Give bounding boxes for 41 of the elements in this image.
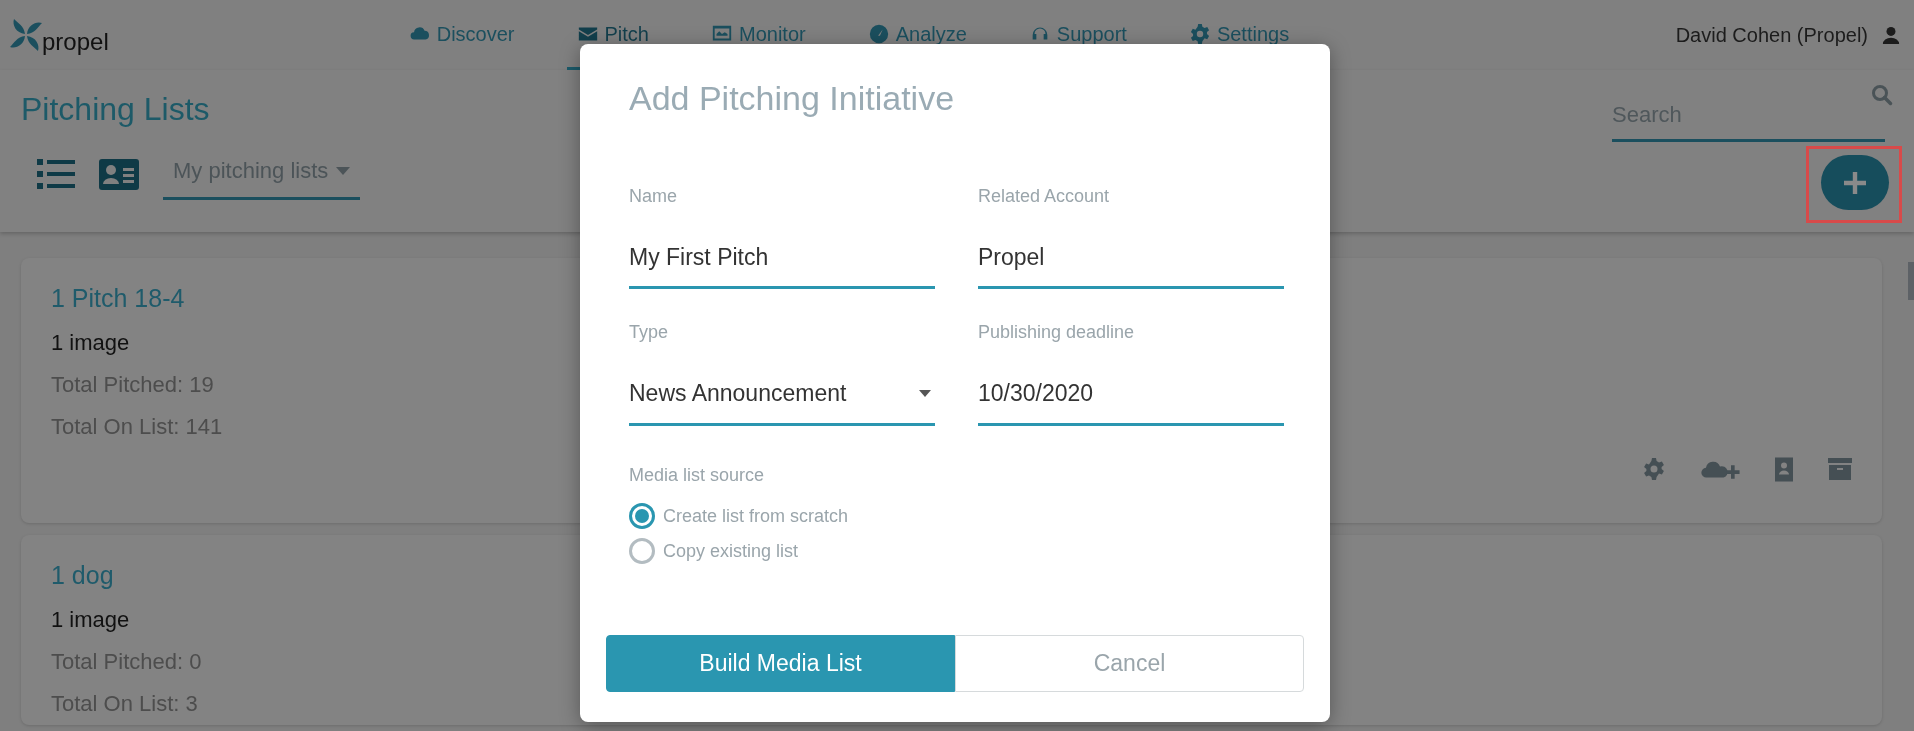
search-icon [1871, 84, 1893, 106]
radio-label: Copy existing list [663, 539, 799, 563]
field-label: Name [629, 184, 678, 208]
contact-card-icon[interactable] [99, 158, 139, 190]
image-count: 1 image [51, 605, 130, 634]
gear-icon [1188, 22, 1211, 45]
field-label: Publishing deadline [978, 321, 1136, 345]
radio-button[interactable] [629, 538, 655, 565]
address-book-icon[interactable] [1774, 456, 1794, 482]
nav-tab[interactable]: Analyze [857, 0, 977, 70]
nav-tab[interactable]: Support [1018, 0, 1137, 70]
cancel-button[interactable]: Cancel [955, 634, 1304, 692]
caret-icon [336, 166, 351, 175]
page-title: Pitching Lists [21, 90, 211, 129]
radio-label: Create list from scratch [663, 504, 849, 528]
archive-box-icon[interactable] [1828, 458, 1852, 480]
list-title[interactable]: 1 dog [51, 557, 114, 595]
build-button[interactable]: Build Media List [606, 634, 955, 692]
gear-icon[interactable] [1642, 457, 1666, 481]
user-name[interactable]: David Cohen (Propel) [1675, 20, 1868, 50]
plus-icon [1844, 171, 1866, 194]
section-label: Media list source [629, 463, 766, 487]
caret-icon [919, 390, 931, 398]
nav-tab[interactable]: Settings [1178, 0, 1300, 70]
radio-option[interactable]: Create list from scratch [629, 502, 1304, 530]
logo-text: propel [42, 27, 109, 57]
scrollbar-thumb[interactable] [1908, 262, 1914, 300]
list-view-icon[interactable] [37, 159, 75, 190]
user-icon [1882, 25, 1900, 45]
radio-button[interactable] [629, 503, 655, 530]
list-title[interactable]: 1 Pitch 18-4 [51, 280, 185, 318]
dialog-title: Add Pitching Initiative [629, 78, 956, 119]
type-select[interactable]: News Announcement [629, 362, 935, 426]
gauge-icon [867, 22, 890, 45]
nav-tab[interactable]: Monitor [701, 0, 816, 70]
radio-option[interactable]: Copy existing list [629, 537, 1304, 565]
field-label: Type [629, 321, 670, 345]
image-count: 1 image [51, 328, 130, 357]
field-label: Related Account [978, 184, 1111, 208]
add-button[interactable] [1821, 155, 1889, 210]
nav-tab[interactable]: Discover [398, 0, 525, 70]
